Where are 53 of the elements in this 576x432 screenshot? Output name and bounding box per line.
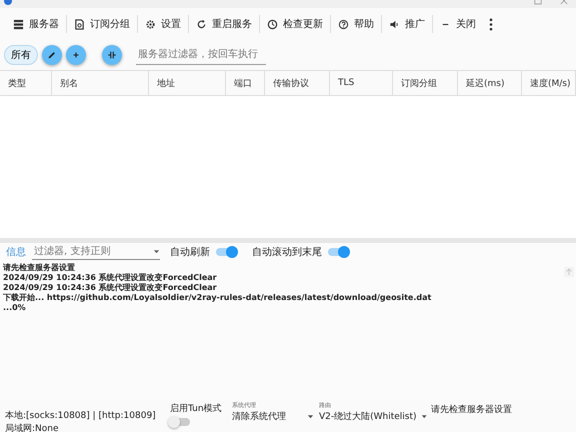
speaker-icon <box>389 18 400 30</box>
toggle-switch[interactable] <box>216 248 236 256</box>
dropdown-icon <box>420 413 427 420</box>
document-icon <box>74 18 85 30</box>
routing-select[interactable]: V2-绕过大陆(Whitelist) <box>319 410 427 423</box>
local-ports-text: 本地:[socks:10808] | [http:10809] <box>5 410 157 422</box>
split-button[interactable] <box>102 45 122 65</box>
settings-icon <box>145 18 156 30</box>
column-header[interactable]: 订阅分组 <box>393 71 458 95</box>
plus-icon <box>71 50 81 60</box>
system-proxy-select[interactable]: 清除系统代理 <box>232 410 314 423</box>
column-header[interactable]: 传输协议 <box>265 71 330 95</box>
toolbar-button[interactable]: 推广 <box>382 13 432 35</box>
status-message: 请先检查服务器设置 <box>431 404 512 416</box>
edit-button[interactable] <box>42 45 62 65</box>
help-icon <box>338 18 349 30</box>
server-icon <box>13 18 24 30</box>
toggle-label: 自动滚动到末尾 <box>252 246 322 259</box>
toolbar-button[interactable]: 重启服务 <box>189 13 259 35</box>
toolbar-button[interactable]: 关闭 <box>433 13 483 35</box>
toolbar-button[interactable]: 检查更新 <box>260 13 330 35</box>
log-line: 请先检查服务器设置 <box>3 263 75 273</box>
tun-switch[interactable] <box>170 418 190 426</box>
column-header[interactable]: 类型 <box>0 71 52 95</box>
column-header[interactable]: 地址 <box>149 71 226 95</box>
server-filter-field[interactable]: 服务器过滤器，按回车执行 <box>136 45 266 65</box>
column-header[interactable]: 端口 <box>226 71 265 95</box>
clock-icon <box>267 18 278 30</box>
more-icon[interactable] <box>489 18 493 30</box>
lan-text: 局域网:None <box>5 422 60 432</box>
toolbar-button[interactable]: 订阅分组 <box>67 13 137 35</box>
toolbar-button[interactable]: 帮助 <box>331 13 381 35</box>
column-header[interactable]: 别名 <box>52 71 149 95</box>
column-header[interactable]: TLS <box>330 71 393 95</box>
dropdown-icon <box>153 248 160 255</box>
toolbar-button[interactable]: 服务器 <box>6 13 66 35</box>
refresh-icon <box>196 18 207 30</box>
column-header[interactable]: 延迟(ms) <box>458 71 522 95</box>
group-chip[interactable]: 所有 <box>4 45 38 65</box>
log-line: ...0% <box>3 303 26 313</box>
log-line: 2024/09/29 10:24:36 系统代理设置改变ForcedClear <box>3 273 217 283</box>
toolbar-button[interactable]: 设置 <box>138 13 188 35</box>
column-header[interactable]: 速度(M/s) <box>522 71 576 95</box>
tun-label: 启用Tun模式 <box>170 402 223 415</box>
toggle-label: 自动刷新 <box>170 246 210 259</box>
toggle-switch[interactable] <box>328 248 348 256</box>
log-line: 下载开始... https://github.com/Loyalsoldier/v2ray-rules-dat/releases/latest/download/geosite.dat <box>3 293 432 303</box>
split-icon <box>107 50 117 60</box>
log-filter-field[interactable]: 过滤器, 支持正则 <box>32 244 160 260</box>
dropdown-icon <box>307 413 314 420</box>
pencil-icon <box>47 50 57 60</box>
add-button[interactable] <box>66 45 86 65</box>
log-line: 2024/09/29 10:24:36 系统代理设置改变ForcedClear <box>3 283 217 293</box>
